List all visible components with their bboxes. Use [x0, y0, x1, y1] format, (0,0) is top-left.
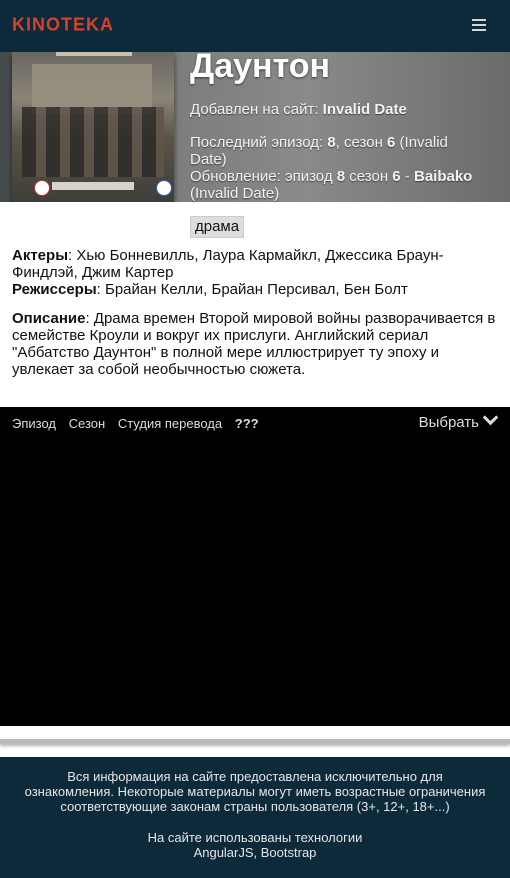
footer-disclaimer: Вся информация на сайте предоставлена ис…	[24, 769, 486, 814]
description-block: Описание: Драма времен Второй мировой во…	[12, 310, 498, 378]
col-studio-label: Студия перевода	[117, 416, 223, 431]
col-studio[interactable]: Студия перевода ???	[118, 416, 259, 431]
last-episode-number: 8	[327, 134, 336, 151]
col-episode[interactable]: Эпизод	[12, 416, 56, 431]
movie-title: Даунтон	[190, 47, 331, 85]
site-logo[interactable]: KINOTEKA	[12, 13, 114, 35]
update-info: Обновление: эпизод 8 сезон 6 - Baibako	[190, 168, 473, 185]
col-season[interactable]: Сезон	[69, 416, 106, 431]
directors-value: : Брайан Келли, Брайан Персивал, Бен Бол…	[96, 281, 408, 298]
episodes-panel	[0, 407, 510, 726]
footer-tech: На сайте использованы технологии Angular…	[147, 830, 363, 860]
added-label: Добавлен на сайт:	[190, 101, 319, 118]
added-value: Invalid Date	[322, 101, 407, 118]
update-season-label: сезон	[349, 168, 389, 185]
update-episode: 8	[336, 168, 346, 185]
genre-badge[interactable]: драма	[190, 216, 245, 238]
description-text: : Драма времен Второй мировой войны разв…	[12, 310, 496, 378]
update-season: 6	[392, 168, 401, 185]
directors-line: Режиссеры: Брайан Келли, Брайан Персивал…	[12, 281, 498, 298]
last-episode-season-label: , сезон	[335, 134, 383, 151]
site-footer: Вся информация на сайте предоставлена ис…	[0, 757, 510, 878]
update-studio: Baibako	[413, 168, 473, 185]
divider	[0, 739, 510, 744]
update-label: Обновление: эпизод	[190, 168, 333, 185]
added-date: Добавлен на сайт: Invalid Date	[190, 101, 407, 118]
actors-line: Актеры: Хью Бонневилль, Лаура Кармайкл, …	[12, 247, 498, 281]
last-episode-label: Последний эпизод:	[190, 134, 324, 151]
update-date-line: (Invalid Date)	[190, 185, 279, 202]
update-date: (Invalid Date)	[190, 185, 280, 202]
actors-value: : Хью Бонневилль, Лаура Кармайкл, Джесси…	[12, 247, 444, 281]
episodes-header: Эпизод Сезон Студия перевода ???	[12, 416, 268, 431]
movie-poster	[12, 52, 174, 202]
menu-icon[interactable]	[472, 19, 486, 33]
choose-label: Выбрать	[418, 414, 479, 431]
actors-label: Актеры	[12, 247, 69, 264]
col-studio-value: ???	[234, 416, 259, 431]
directors-label: Режиссеры	[12, 281, 97, 298]
last-episode: Последний эпизод: 8, сезон 6 (Invalid Da…	[190, 134, 480, 168]
description-label: Описание	[12, 310, 86, 327]
choose-button[interactable]: Выбрать	[418, 409, 499, 431]
last-episode-season: 6	[387, 134, 396, 151]
